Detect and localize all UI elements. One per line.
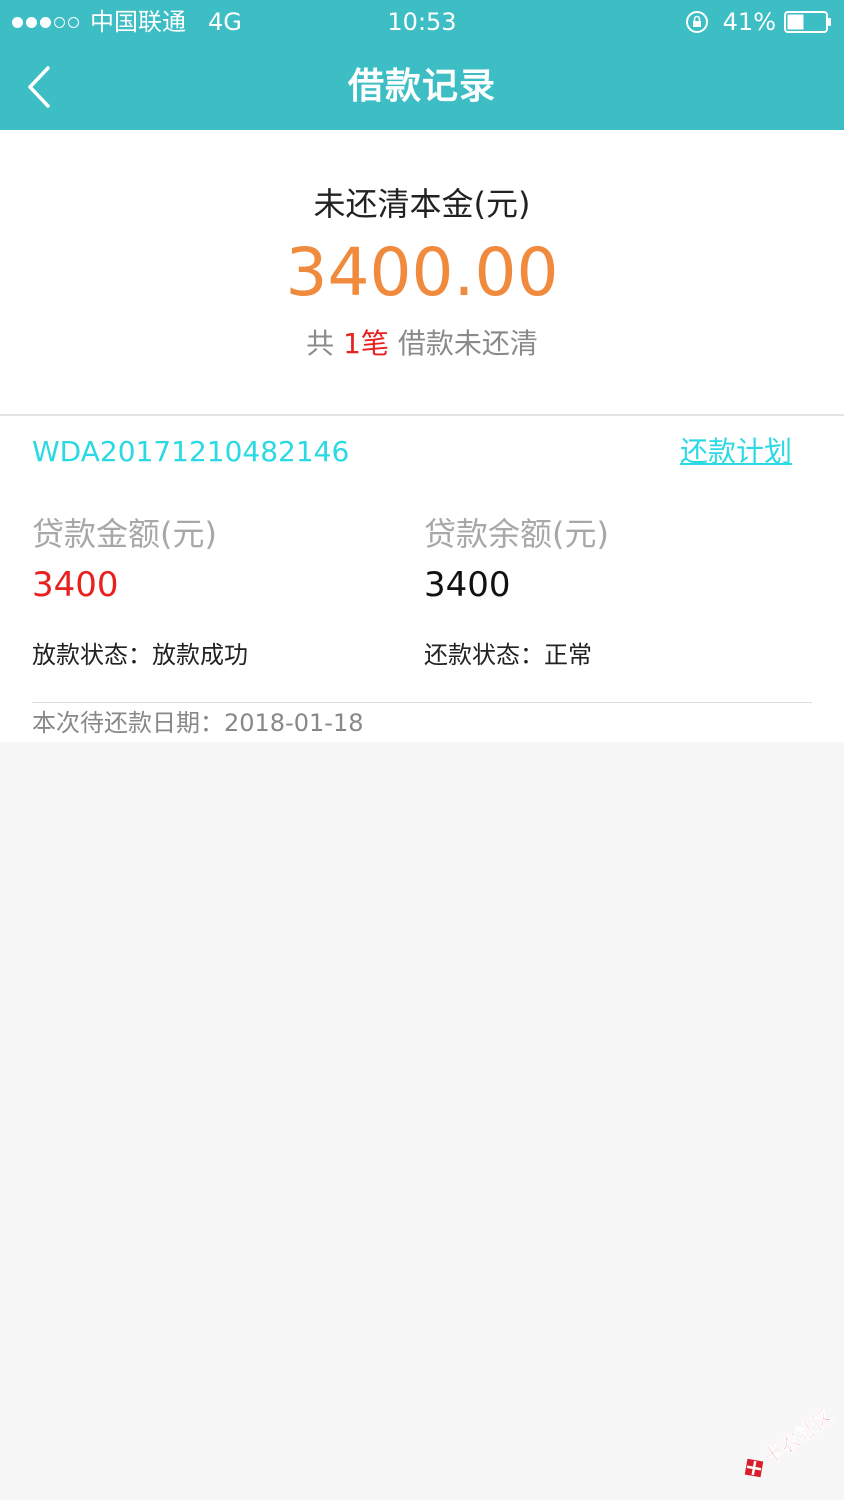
count-suffix: 借款未还清 [397,327,538,360]
loan-amount-label: 贷款金额(元) [32,515,217,553]
due-date-value: 2018-01-18 [224,709,364,737]
rotation-lock-icon [685,11,708,33]
outstanding-loan-count: 共 1笔 借款未还清 [0,324,844,364]
due-date-label: 本次待还款日期： [32,709,224,737]
loan-balance-value: 3400 [424,565,511,605]
next-due-date: 本次待还款日期：2018-01-18 [32,706,363,740]
top-bar: 中国联通 4G 10:53 41% 借款记录 [0,0,844,130]
repay-status: 还款状态：正常 [424,638,592,672]
card-divider [32,702,812,703]
watermark-logo: 卡农社区 [744,1410,836,1478]
disburse-status: 放款状态：放款成功 [32,638,248,672]
repay-status-value: 正常 [544,641,592,669]
loan-id: WDA20171210482146 [32,435,350,468]
loan-amount-value: 3400 [32,565,119,605]
repay-status-label: 还款状态： [424,641,544,669]
summary-panel: 未还清本金(元) 3400.00 共 1笔 借款未还清 [0,130,844,416]
battery-icon [784,11,831,33]
count-prefix: 共 [306,327,335,360]
disburse-status-value: 放款成功 [152,641,248,669]
loan-card[interactable]: WDA20171210482146 还款计划 贷款金额(元) 3400 贷款余额… [0,416,844,742]
outstanding-principal-amount: 3400.00 [285,234,559,311]
repayment-plan-link[interactable]: 还款计划 [680,432,792,472]
disburse-status-label: 放款状态： [32,641,152,669]
page-title: 借款记录 [347,66,496,107]
battery-percent: 41% [722,8,776,36]
loan-balance-label: 贷款余额(元) [424,515,609,553]
svg-text:卡农社区: 卡农社区 [759,1410,836,1470]
count-value: 1笔 [343,327,389,360]
outstanding-principal-label: 未还清本金(元) [313,185,531,223]
status-bar-right: 41% [685,6,832,38]
